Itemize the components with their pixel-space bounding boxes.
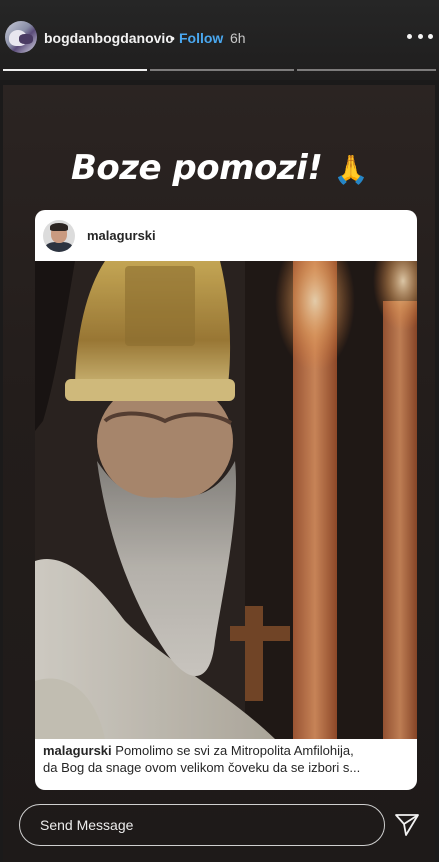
more-options-icon[interactable] <box>407 28 433 44</box>
avatar[interactable] <box>5 21 37 53</box>
send-message-input[interactable] <box>19 804 385 846</box>
post-caption-line2: da Bog da snage ovom velikom čoveku da s… <box>43 760 361 775</box>
separator-dot: • <box>170 30 175 46</box>
post-avatar[interactable] <box>43 220 75 252</box>
story-header: bogdanbogdanovic • Follow 6h <box>0 0 439 80</box>
story-caption-text: Boze pomozi! <box>70 148 323 188</box>
post-photo-illustration <box>35 261 417 739</box>
timestamp: 6h <box>230 30 246 46</box>
progress-segment-1 <box>3 69 147 71</box>
progress-segment-3 <box>297 69 436 71</box>
post-username[interactable]: malagurski <box>87 228 156 243</box>
shared-post-card[interactable]: malagurski malagurski Pomolimo se svi za… <box>35 210 417 790</box>
story-caption: Boze pomozi! 🙏 <box>0 148 439 188</box>
post-caption-line1: Pomolimo se svi za Mitropolita Amfilohij… <box>115 743 354 758</box>
story-viewer: bogdanbogdanovic • Follow 6h Boze pomozi… <box>0 0 439 862</box>
follow-button[interactable]: Follow <box>179 30 223 46</box>
post-caption-username[interactable]: malagurski <box>43 743 112 758</box>
post-photo[interactable] <box>35 261 417 739</box>
story-username[interactable]: bogdanbogdanovic <box>44 30 173 46</box>
progress-segment-2 <box>150 69 294 71</box>
praying-hands-icon: 🙏 <box>333 153 369 186</box>
paper-plane-icon[interactable] <box>394 812 420 838</box>
post-caption: malagurski Pomolimo se svi za Mitropolit… <box>43 742 411 776</box>
